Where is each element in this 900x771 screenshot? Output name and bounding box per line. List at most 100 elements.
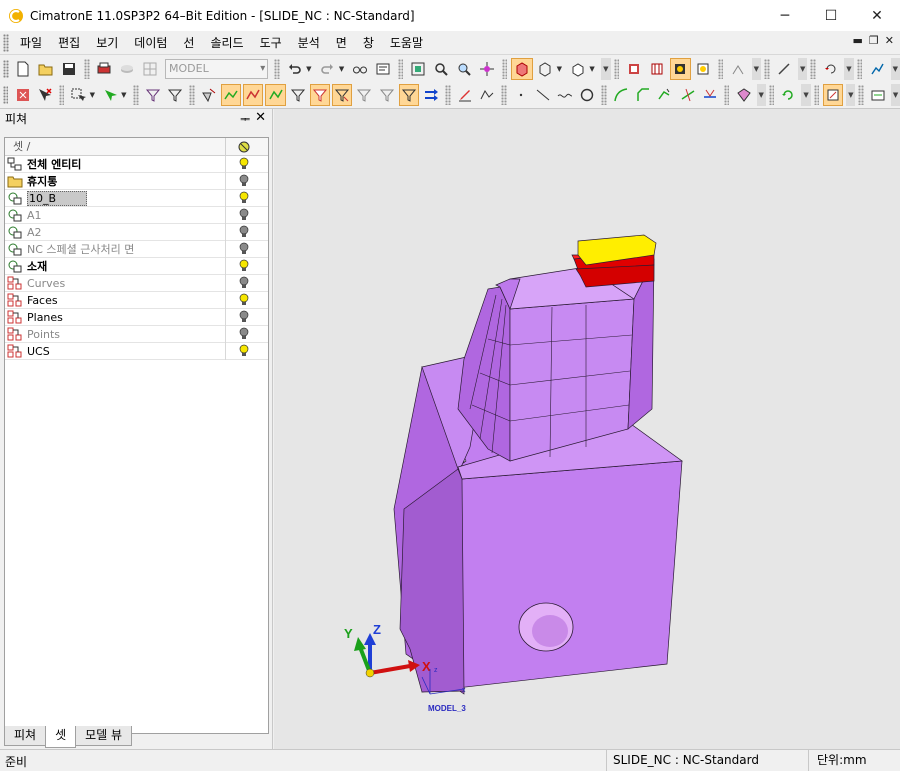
toolbar-overflow[interactable]: ▼ [846, 84, 856, 106]
pin-icon[interactable]: ᆍ [240, 111, 250, 127]
toolbar-grip[interactable] [3, 86, 9, 104]
wireframe-view-button[interactable] [535, 58, 556, 80]
menu-datum[interactable]: 데이텀 [126, 34, 175, 51]
filter-faces-button[interactable] [288, 84, 308, 106]
toolbar-overflow[interactable]: ▼ [751, 57, 762, 80]
circle-button[interactable] [577, 84, 597, 106]
visibility-bulb-icon[interactable] [226, 310, 262, 324]
line-button[interactable] [533, 84, 553, 106]
visibility-bulb-icon[interactable] [226, 157, 262, 171]
toolbar-overflow[interactable]: ▼ [601, 57, 611, 80]
tab-model-view[interactable]: 모델 뷰 [75, 726, 133, 746]
tree-row[interactable]: Faces [5, 291, 268, 309]
tree-row-name-cell[interactable]: 소재 [5, 257, 226, 275]
drafting-button[interactable] [823, 84, 844, 106]
menu-solid[interactable]: 솔리드 [202, 34, 251, 51]
close-button[interactable]: ✕ [854, 0, 900, 31]
visibility-bulb-icon[interactable] [226, 293, 262, 307]
project-button[interactable] [700, 84, 720, 106]
visibility-bulb-icon[interactable] [226, 174, 262, 188]
box-select-button[interactable] [68, 84, 88, 106]
refresh-button[interactable] [778, 84, 798, 106]
toolbar-overflow[interactable]: ▼ [801, 84, 811, 106]
model-mode-button[interactable] [140, 58, 161, 80]
zoom-all-button[interactable] [407, 58, 428, 80]
pan-button[interactable] [477, 58, 498, 80]
tab-feature[interactable]: 피쳐 [4, 726, 47, 746]
menu-view[interactable]: 보기 [88, 34, 126, 51]
menu-surface[interactable]: 면 [328, 34, 355, 51]
menu-help[interactable]: 도움말 [382, 34, 431, 51]
tree-row-name-cell[interactable]: 휴지통 [5, 172, 226, 190]
chamfer-button[interactable] [633, 84, 653, 106]
tree-row[interactable]: 전체 엔티티 [5, 155, 268, 173]
model-combo[interactable]: MODEL [165, 58, 269, 79]
visibility-bulb-icon[interactable] [226, 276, 262, 290]
pick-button[interactable] [100, 84, 120, 106]
tree-row-name-cell[interactable]: UCS [5, 342, 226, 360]
shaded-view-button[interactable] [511, 57, 533, 80]
pick-mode-button-3[interactable] [243, 84, 264, 106]
undo-button[interactable] [284, 58, 305, 80]
move-button[interactable] [421, 84, 441, 106]
sketch-line-button[interactable] [774, 58, 795, 80]
model-canvas[interactable]: Y Z X x z MODEL_3 [274, 109, 900, 749]
toolbar-overflow[interactable]: ▼ [797, 57, 808, 80]
tree-row-name-cell[interactable]: Points [5, 325, 226, 343]
analysis-button[interactable] [866, 58, 887, 80]
print-button[interactable] [94, 58, 115, 80]
tree-row[interactable]: A1 [5, 206, 268, 224]
visibility-bulb-icon[interactable] [226, 344, 262, 358]
tree-row[interactable]: 소재 [5, 257, 268, 275]
menu-edit[interactable]: 편집 [50, 34, 88, 51]
menu-curve[interactable]: 선 [175, 34, 202, 51]
filter-active-button[interactable] [309, 84, 331, 106]
menu-analysis[interactable]: 분석 [290, 34, 328, 51]
select-filter-button[interactable] [12, 84, 32, 106]
tree-row[interactable]: 10_B [5, 189, 268, 207]
panel-close-button[interactable]: ✕ [255, 110, 266, 125]
new-file-button[interactable] [13, 58, 34, 80]
view-orientation-button[interactable] [567, 58, 588, 80]
tree-row-name-cell[interactable]: Faces [5, 291, 226, 309]
tree-row[interactable]: Curves [5, 274, 268, 292]
pick-mode-button-2[interactable] [220, 84, 242, 106]
nc-button[interactable] [868, 84, 888, 106]
pick-mode-button-4[interactable] [265, 84, 286, 106]
layer-button[interactable] [117, 58, 138, 80]
visibility-bulb-icon[interactable] [226, 191, 262, 205]
highlight-button[interactable] [669, 57, 691, 80]
save-button[interactable] [59, 58, 80, 80]
pick-mode-button-1[interactable] [199, 84, 219, 106]
zoom-window-button[interactable] [454, 58, 475, 80]
mdi-close-button[interactable]: ✕ [885, 34, 894, 47]
tree-row[interactable]: Points [5, 325, 268, 343]
visibility-bulb-icon[interactable] [226, 327, 262, 341]
rotate-button[interactable] [820, 58, 841, 80]
tree-row[interactable]: Planes [5, 308, 268, 326]
pick-dropdown[interactable]: ▼ [121, 91, 128, 99]
toolbar-overflow[interactable]: ▼ [756, 84, 766, 106]
tab-set[interactable]: 셋 [45, 726, 77, 748]
filter-sets-button[interactable] [398, 84, 419, 106]
visibility-bulb-icon[interactable] [226, 208, 262, 222]
graphics-viewport[interactable]: Y Z X x z MODEL_3 [274, 109, 900, 749]
tree-row-name-cell[interactable]: Planes [5, 308, 226, 326]
box-select-dropdown[interactable]: ▼ [90, 91, 97, 99]
point-button[interactable] [511, 84, 531, 106]
orientation-dropdown[interactable]: ▼ [589, 65, 597, 73]
maximize-button[interactable]: ☐ [808, 0, 854, 31]
zoom-button[interactable] [430, 58, 451, 80]
deselect-button[interactable] [35, 84, 55, 106]
tree-row-name-cell[interactable]: 10_B [5, 189, 226, 207]
column-visibility-header[interactable] [226, 140, 262, 154]
tree-row-name-cell[interactable]: 전체 엔티티 [5, 155, 226, 173]
properties-button[interactable] [373, 58, 394, 80]
redo-button[interactable] [317, 58, 338, 80]
menu-tools[interactable]: 도구 [252, 34, 290, 51]
trim-button[interactable] [655, 84, 675, 106]
composite-curve-button[interactable] [477, 84, 497, 106]
fillet-button[interactable] [611, 84, 631, 106]
tree-row[interactable]: A2 [5, 223, 268, 241]
tree-row-name-cell[interactable]: A1 [5, 206, 226, 224]
